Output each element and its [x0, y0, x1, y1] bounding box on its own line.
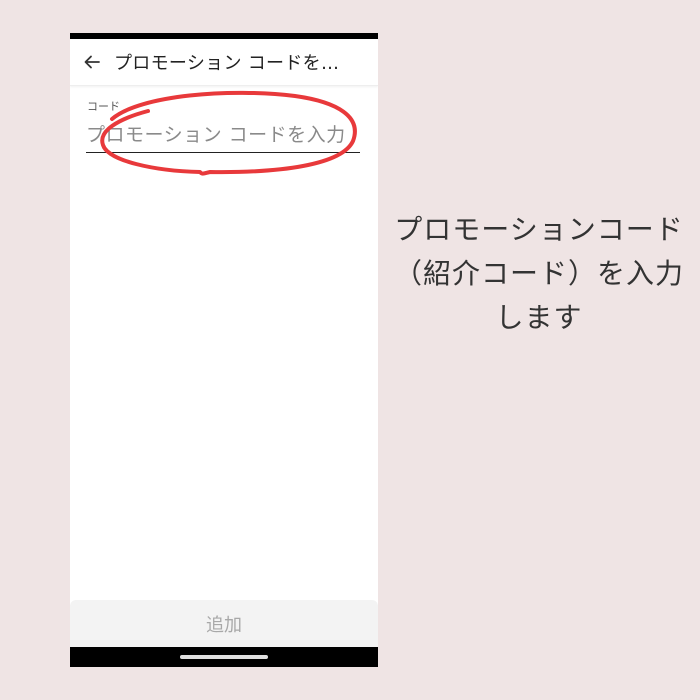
caption-line-2: （紹介コード）を入力 [393, 257, 684, 290]
home-indicator[interactable] [180, 655, 268, 659]
promo-code-input[interactable] [86, 117, 360, 153]
caption-line-3: します [495, 301, 583, 334]
page: プロモーション コードを入力 コード 追加 プロモーションコード （紹介コード）… [0, 0, 700, 700]
navigation-bar [70, 647, 378, 667]
phone-screen: プロモーション コードを入力 コード 追加 [70, 33, 378, 667]
caption-text: プロモーションコード （紹介コード）を入力 します [380, 208, 698, 340]
code-field-label: コード [87, 100, 120, 113]
page-title: プロモーション コードを入力 [114, 53, 354, 74]
arrow-left-icon[interactable] [70, 39, 114, 85]
add-button[interactable]: 追加 [70, 600, 378, 648]
app-bar: プロモーション コードを入力 [70, 39, 378, 86]
caption-line-1: プロモーションコード [394, 213, 684, 246]
